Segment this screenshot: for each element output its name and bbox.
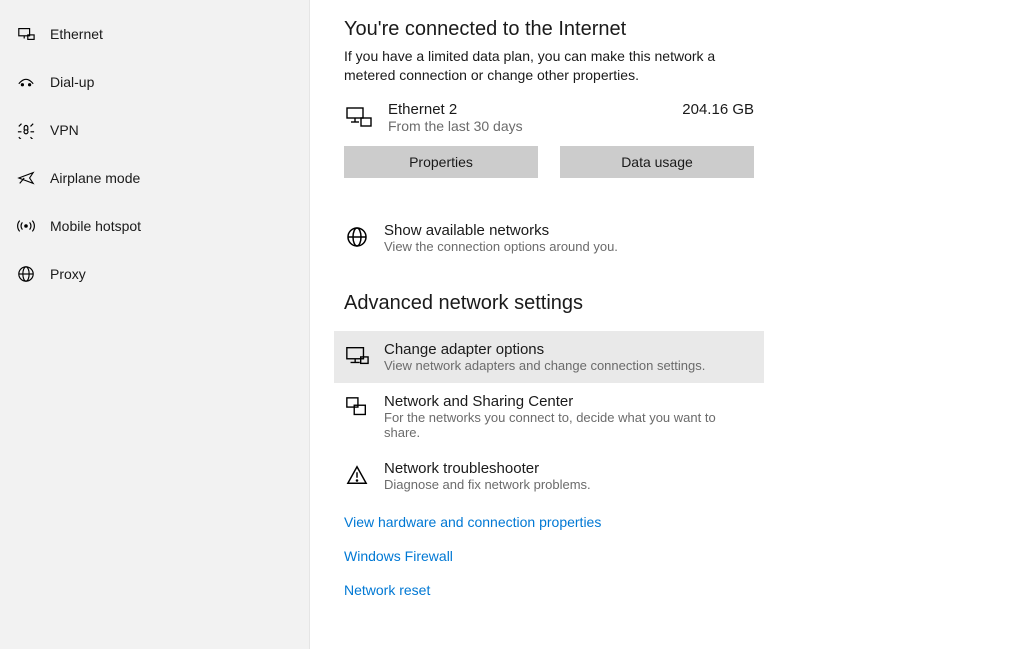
connection-usage: 204.16 GB <box>682 101 754 118</box>
sidebar-item-vpn[interactable]: VPN <box>0 106 309 154</box>
sidebar: Ethernet Dial-up VPN Airplane mode Mobil… <box>0 0 310 649</box>
reset-link[interactable]: Network reset <box>344 582 1002 598</box>
troubleshooter-option[interactable]: Network troubleshooter Diagnose and fix … <box>334 450 764 502</box>
troubleshooter-subtitle: Diagnose and fix network problems. <box>384 477 591 492</box>
troubleshoot-icon <box>344 462 370 488</box>
show-networks-option[interactable]: Show available networks View the connect… <box>334 212 764 264</box>
sidebar-item-ethernet[interactable]: Ethernet <box>0 10 309 58</box>
sidebar-item-dialup[interactable]: Dial-up <box>0 58 309 106</box>
ethernet-connection-icon <box>344 103 374 133</box>
sidebar-item-label: Ethernet <box>50 26 103 42</box>
show-networks-subtitle: View the connection options around you. <box>384 239 618 254</box>
data-usage-button[interactable]: Data usage <box>560 146 754 178</box>
proxy-icon <box>16 264 36 284</box>
page-subtitle: If you have a limited data plan, you can… <box>344 47 764 85</box>
main-content: You're connected to the Internet If you … <box>310 0 1022 649</box>
ethernet-icon <box>16 24 36 44</box>
change-adapter-subtitle: View network adapters and change connect… <box>384 358 705 373</box>
show-networks-title: Show available networks <box>384 222 618 239</box>
connection-buttons: Properties Data usage <box>344 146 1002 178</box>
firewall-link[interactable]: Windows Firewall <box>344 548 1002 564</box>
connection-name: Ethernet 2 <box>388 101 682 118</box>
hardware-link[interactable]: View hardware and connection properties <box>344 514 1002 530</box>
adapter-icon <box>344 343 370 369</box>
change-adapter-option[interactable]: Change adapter options View network adap… <box>334 331 764 383</box>
sharing-center-subtitle: For the networks you connect to, decide … <box>384 410 754 440</box>
connection-summary: Ethernet 2 From the last 30 days 204.16 … <box>344 101 754 134</box>
airplane-icon <box>16 168 36 188</box>
vpn-icon <box>16 120 36 140</box>
properties-button[interactable]: Properties <box>344 146 538 178</box>
sidebar-item-airplane[interactable]: Airplane mode <box>0 154 309 202</box>
sidebar-item-label: Dial-up <box>50 74 94 90</box>
sidebar-item-proxy[interactable]: Proxy <box>0 250 309 298</box>
connection-period: From the last 30 days <box>388 118 682 134</box>
sidebar-item-label: Mobile hotspot <box>50 218 141 234</box>
sidebar-item-label: Airplane mode <box>50 170 140 186</box>
sharing-icon <box>344 395 370 421</box>
sidebar-item-label: VPN <box>50 122 79 138</box>
sharing-center-title: Network and Sharing Center <box>384 393 754 410</box>
advanced-heading: Advanced network settings <box>344 292 1002 315</box>
sidebar-item-hotspot[interactable]: Mobile hotspot <box>0 202 309 250</box>
sharing-center-option[interactable]: Network and Sharing Center For the netwo… <box>334 383 764 450</box>
page-title: You're connected to the Internet <box>344 18 1002 41</box>
hotspot-icon <box>16 216 36 236</box>
change-adapter-title: Change adapter options <box>384 341 705 358</box>
sidebar-item-label: Proxy <box>50 266 86 282</box>
globe-icon <box>344 224 370 250</box>
troubleshooter-title: Network troubleshooter <box>384 460 591 477</box>
dialup-icon <box>16 72 36 92</box>
